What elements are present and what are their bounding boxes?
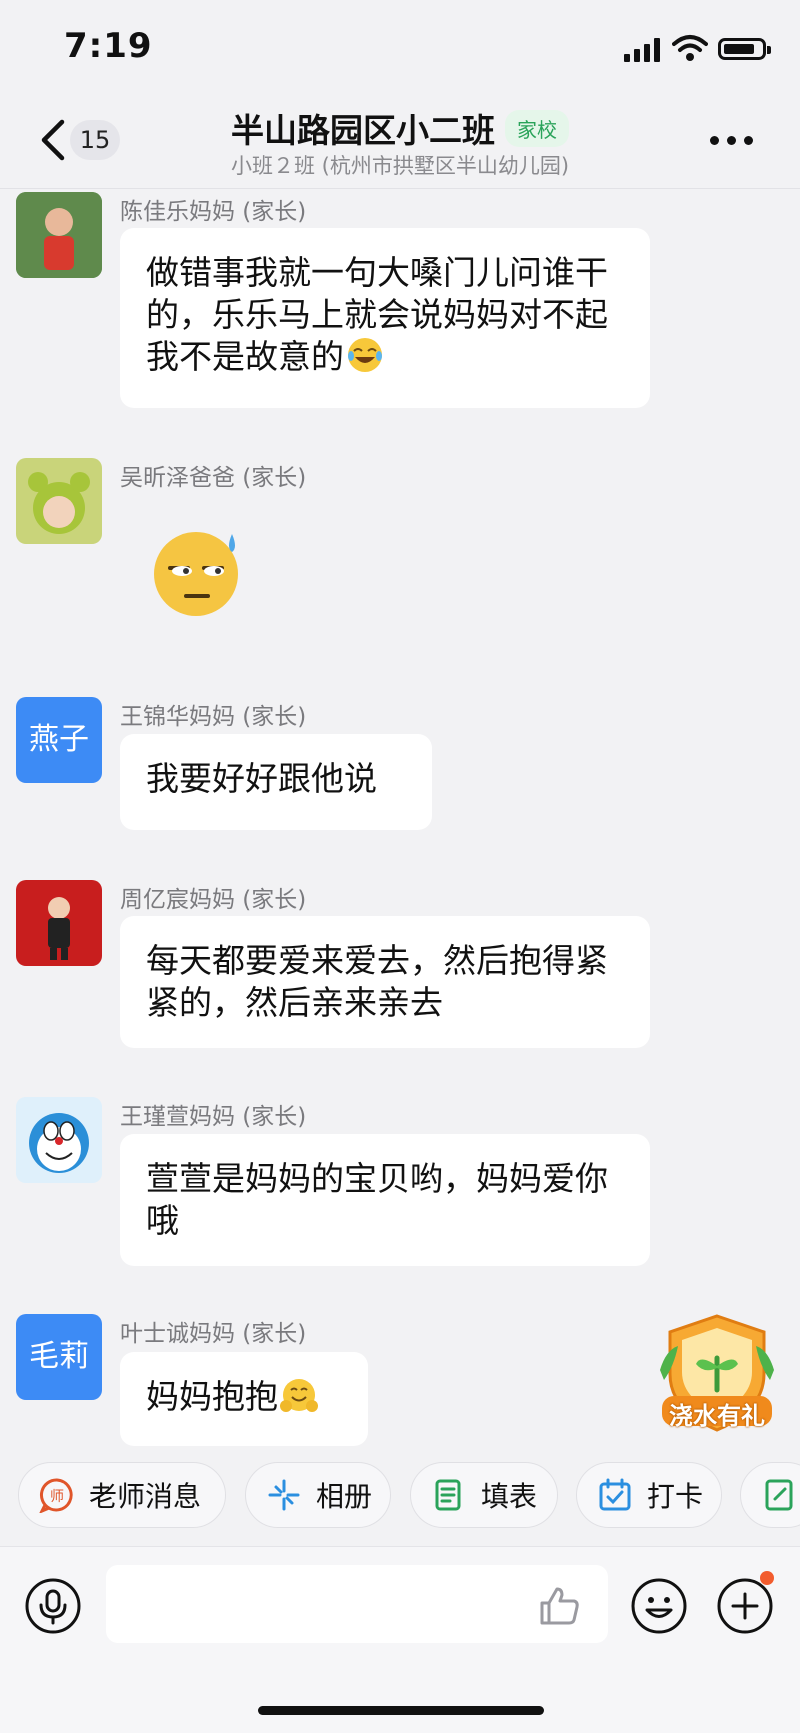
svg-text:师: 师 [50,1489,64,1505]
note-icon [765,1479,793,1511]
sender-name: 王瑾萱妈妈 (家长) [120,1104,307,1130]
message-bubble[interactable]: 每天都要爱来爱去，然后抱得紧紧的，然后亲来亲去 [120,916,650,1048]
message-bubble[interactable]: 萱萱是妈妈的宝贝哟，妈妈爱你哦 [120,1134,650,1266]
status-time: 7:19 [64,26,153,66]
chip-checkin[interactable]: 打卡 [576,1462,722,1528]
avatar[interactable] [16,1097,102,1183]
chip-label: 老师消息 [89,1480,202,1513]
chip-label: 打卡 [647,1480,704,1513]
checkin-icon [599,1478,631,1511]
avatar[interactable] [16,458,102,544]
chip-label: 填表 [481,1480,538,1513]
album-icon [268,1479,300,1511]
notification-dot [760,1571,774,1585]
chip-teacher-messages[interactable]: 师 老师消息 [18,1462,226,1528]
more-options-icon[interactable] [710,130,761,149]
message-text: 妈妈抱抱 [146,1377,278,1416]
chat-subtitle: 小班２班 (杭州市拱墅区半山幼儿园) [230,154,570,178]
chip-fill-form[interactable]: 填表 [410,1462,558,1528]
sender-name: 王锦华妈妈 (家长) [120,704,307,730]
thumbs-up-icon[interactable] [536,1583,582,1629]
wifi-icon [672,35,708,61]
message-input[interactable] [106,1565,608,1643]
quick-actions-bar: 师 老师消息 相册 填表 打卡 [0,1462,800,1532]
message-text: 我要好好跟他说 [146,759,377,798]
tears-of-joy-emoji-icon [348,338,382,372]
sender-name: 周亿宸妈妈 (家长) [120,887,307,913]
sweat-unamused-sticker-icon[interactable] [148,520,248,620]
hugging-face-emoji-icon [280,1379,318,1412]
teacher-icon: 师 [39,1478,73,1513]
message-bubble[interactable]: 做错事我就一句大嗓门儿问谁干的，乐乐马上就会说妈妈对不起我不是故意的 [120,228,650,408]
chip-album[interactable]: 相册 [245,1462,391,1528]
group-type-tag: 家校 [505,109,569,147]
message-text: 萱萱是妈妈的宝贝哟，妈妈爱你哦 [146,1159,608,1240]
battery-icon [718,38,771,60]
avatar[interactable]: 燕子 [16,697,102,783]
chip-label: 相册 [316,1480,373,1513]
sender-name: 吴昕泽爸爸 (家长) [120,465,307,491]
chip-more[interactable] [740,1462,800,1528]
message-bubble[interactable]: 妈妈抱抱 [120,1352,368,1446]
message-bubble[interactable]: 我要好好跟他说 [120,734,432,830]
avatar[interactable]: 毛莉 [16,1314,102,1400]
message-text: 每天都要爱来爱去，然后抱得紧紧的，然后亲来亲去 [146,941,608,1022]
reward-label[interactable]: 浇水有礼 [658,1396,776,1431]
home-indicator [258,1706,544,1715]
form-icon [435,1479,461,1511]
sender-name: 叶士诚妈妈 (家长) [120,1321,307,1347]
signal-icon [624,38,660,62]
status-bar: 7:19 [0,0,800,100]
voice-input-icon[interactable] [24,1577,82,1635]
sender-name: 陈佳乐妈妈 (家长) [120,199,307,225]
avatar[interactable] [16,192,102,278]
chat-title-row: 半山路园区小二班 家校 [0,104,800,152]
avatar[interactable] [16,880,102,966]
add-more-icon[interactable] [716,1577,774,1635]
emoji-picker-icon[interactable] [630,1577,688,1635]
chat-title: 半山路园区小二班 [231,111,495,150]
message-input-bar [0,1546,800,1733]
